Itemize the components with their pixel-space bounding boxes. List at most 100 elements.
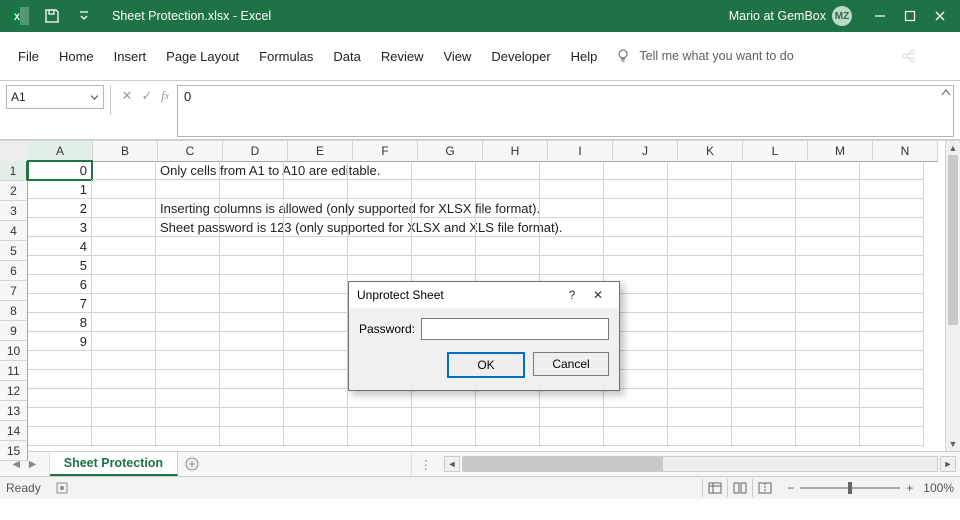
cell-N15[interactable] xyxy=(860,427,924,446)
cell-L15[interactable] xyxy=(732,427,796,446)
cell-L3[interactable] xyxy=(732,199,796,218)
share-button[interactable]: Share xyxy=(901,49,952,63)
tab-page-layout[interactable]: Page Layout xyxy=(156,43,249,70)
cell-C7[interactable] xyxy=(156,275,220,294)
cell-E3[interactable] xyxy=(284,199,348,218)
tab-file[interactable]: File xyxy=(8,43,49,70)
cell-H14[interactable] xyxy=(476,408,540,427)
cell-L10[interactable] xyxy=(732,332,796,351)
select-all-corner[interactable] xyxy=(0,141,29,162)
tab-data[interactable]: Data xyxy=(323,43,370,70)
cell-A1[interactable]: 0 xyxy=(28,161,92,180)
cell-N9[interactable] xyxy=(860,313,924,332)
tab-view[interactable]: View xyxy=(433,43,481,70)
cell-D7[interactable] xyxy=(220,275,284,294)
cell-A9[interactable]: 8 xyxy=(28,313,92,332)
cell-D4[interactable] xyxy=(220,218,284,237)
cell-J13[interactable] xyxy=(604,389,668,408)
hscroll-right-icon[interactable]: ► xyxy=(940,456,956,472)
cell-I3[interactable] xyxy=(540,199,604,218)
cell-D1[interactable] xyxy=(220,161,284,180)
cancel-button[interactable]: Cancel xyxy=(533,352,609,376)
cell-L9[interactable] xyxy=(732,313,796,332)
cell-K15[interactable] xyxy=(668,427,732,446)
page-layout-view-icon[interactable] xyxy=(727,479,752,497)
cell-M3[interactable] xyxy=(796,199,860,218)
hscroll-left-icon[interactable]: ◄ xyxy=(444,456,460,472)
cell-N2[interactable] xyxy=(860,180,924,199)
cell-I5[interactable] xyxy=(540,237,604,256)
cell-E9[interactable] xyxy=(284,313,348,332)
cell-F14[interactable] xyxy=(348,408,412,427)
cell-B7[interactable] xyxy=(92,275,156,294)
cell-A14[interactable] xyxy=(28,408,92,427)
cell-E8[interactable] xyxy=(284,294,348,313)
cell-N12[interactable] xyxy=(860,370,924,389)
cell-N14[interactable] xyxy=(860,408,924,427)
cell-C1[interactable]: Only cells from A1 to A10 are editable. xyxy=(156,161,220,180)
name-box[interactable]: A1 xyxy=(6,85,104,109)
cell-L7[interactable] xyxy=(732,275,796,294)
next-sheet-icon[interactable]: ► xyxy=(26,457,38,471)
cell-F1[interactable] xyxy=(348,161,412,180)
cell-E10[interactable] xyxy=(284,332,348,351)
row-head-3[interactable]: 3 xyxy=(0,201,28,221)
formula-input[interactable]: 0 xyxy=(177,85,954,137)
cell-E2[interactable] xyxy=(284,180,348,199)
cell-N13[interactable] xyxy=(860,389,924,408)
tab-developer[interactable]: Developer xyxy=(481,43,560,70)
cell-F2[interactable] xyxy=(348,180,412,199)
cell-K1[interactable] xyxy=(668,161,732,180)
cell-M8[interactable] xyxy=(796,294,860,313)
cell-B10[interactable] xyxy=(92,332,156,351)
cell-J3[interactable] xyxy=(604,199,668,218)
col-head-E[interactable]: E xyxy=(288,141,353,162)
row-head-12[interactable]: 12 xyxy=(0,381,28,401)
cell-K11[interactable] xyxy=(668,351,732,370)
cell-I2[interactable] xyxy=(540,180,604,199)
normal-view-icon[interactable] xyxy=(702,479,727,497)
row-head-14[interactable]: 14 xyxy=(0,421,28,441)
cell-K2[interactable] xyxy=(668,180,732,199)
col-head-F[interactable]: F xyxy=(353,141,418,162)
dialog-title-bar[interactable]: Unprotect Sheet ? ✕ xyxy=(349,282,619,308)
cell-L14[interactable] xyxy=(732,408,796,427)
cell-E4[interactable] xyxy=(284,218,348,237)
tab-home[interactable]: Home xyxy=(49,43,104,70)
cell-M5[interactable] xyxy=(796,237,860,256)
row-head-9[interactable]: 9 xyxy=(0,321,28,341)
cell-E6[interactable] xyxy=(284,256,348,275)
cell-D9[interactable] xyxy=(220,313,284,332)
col-head-I[interactable]: I xyxy=(548,141,613,162)
cell-B13[interactable] xyxy=(92,389,156,408)
sheet-tab-active[interactable]: Sheet Protection xyxy=(50,451,178,476)
cell-C4[interactable]: Sheet password is 123 (only supported fo… xyxy=(156,218,220,237)
row-head-5[interactable]: 5 xyxy=(0,241,28,261)
cell-L4[interactable] xyxy=(732,218,796,237)
cell-J4[interactable] xyxy=(604,218,668,237)
cancel-formula-icon[interactable]: ✕ xyxy=(117,85,137,107)
qat-dropdown-icon[interactable] xyxy=(70,2,98,30)
cell-C5[interactable] xyxy=(156,237,220,256)
col-head-K[interactable]: K xyxy=(678,141,743,162)
cell-I4[interactable] xyxy=(540,218,604,237)
cell-E5[interactable] xyxy=(284,237,348,256)
cell-D14[interactable] xyxy=(220,408,284,427)
cell-G6[interactable] xyxy=(412,256,476,275)
ok-button[interactable]: OK xyxy=(447,352,525,378)
cell-A7[interactable]: 6 xyxy=(28,275,92,294)
insert-function-icon[interactable]: fx xyxy=(155,85,175,107)
tab-split-handle[interactable]: ⋮ xyxy=(411,452,440,476)
cell-H2[interactable] xyxy=(476,180,540,199)
cell-M4[interactable] xyxy=(796,218,860,237)
tell-me-search[interactable]: Tell me what you want to do xyxy=(615,48,793,64)
cell-F13[interactable] xyxy=(348,389,412,408)
cell-K10[interactable] xyxy=(668,332,732,351)
cell-L2[interactable] xyxy=(732,180,796,199)
cell-D11[interactable] xyxy=(220,351,284,370)
cell-B1[interactable] xyxy=(92,161,156,180)
cell-G14[interactable] xyxy=(412,408,476,427)
hscroll-thumb[interactable] xyxy=(463,457,663,471)
tab-help[interactable]: Help xyxy=(561,43,608,70)
cell-D8[interactable] xyxy=(220,294,284,313)
